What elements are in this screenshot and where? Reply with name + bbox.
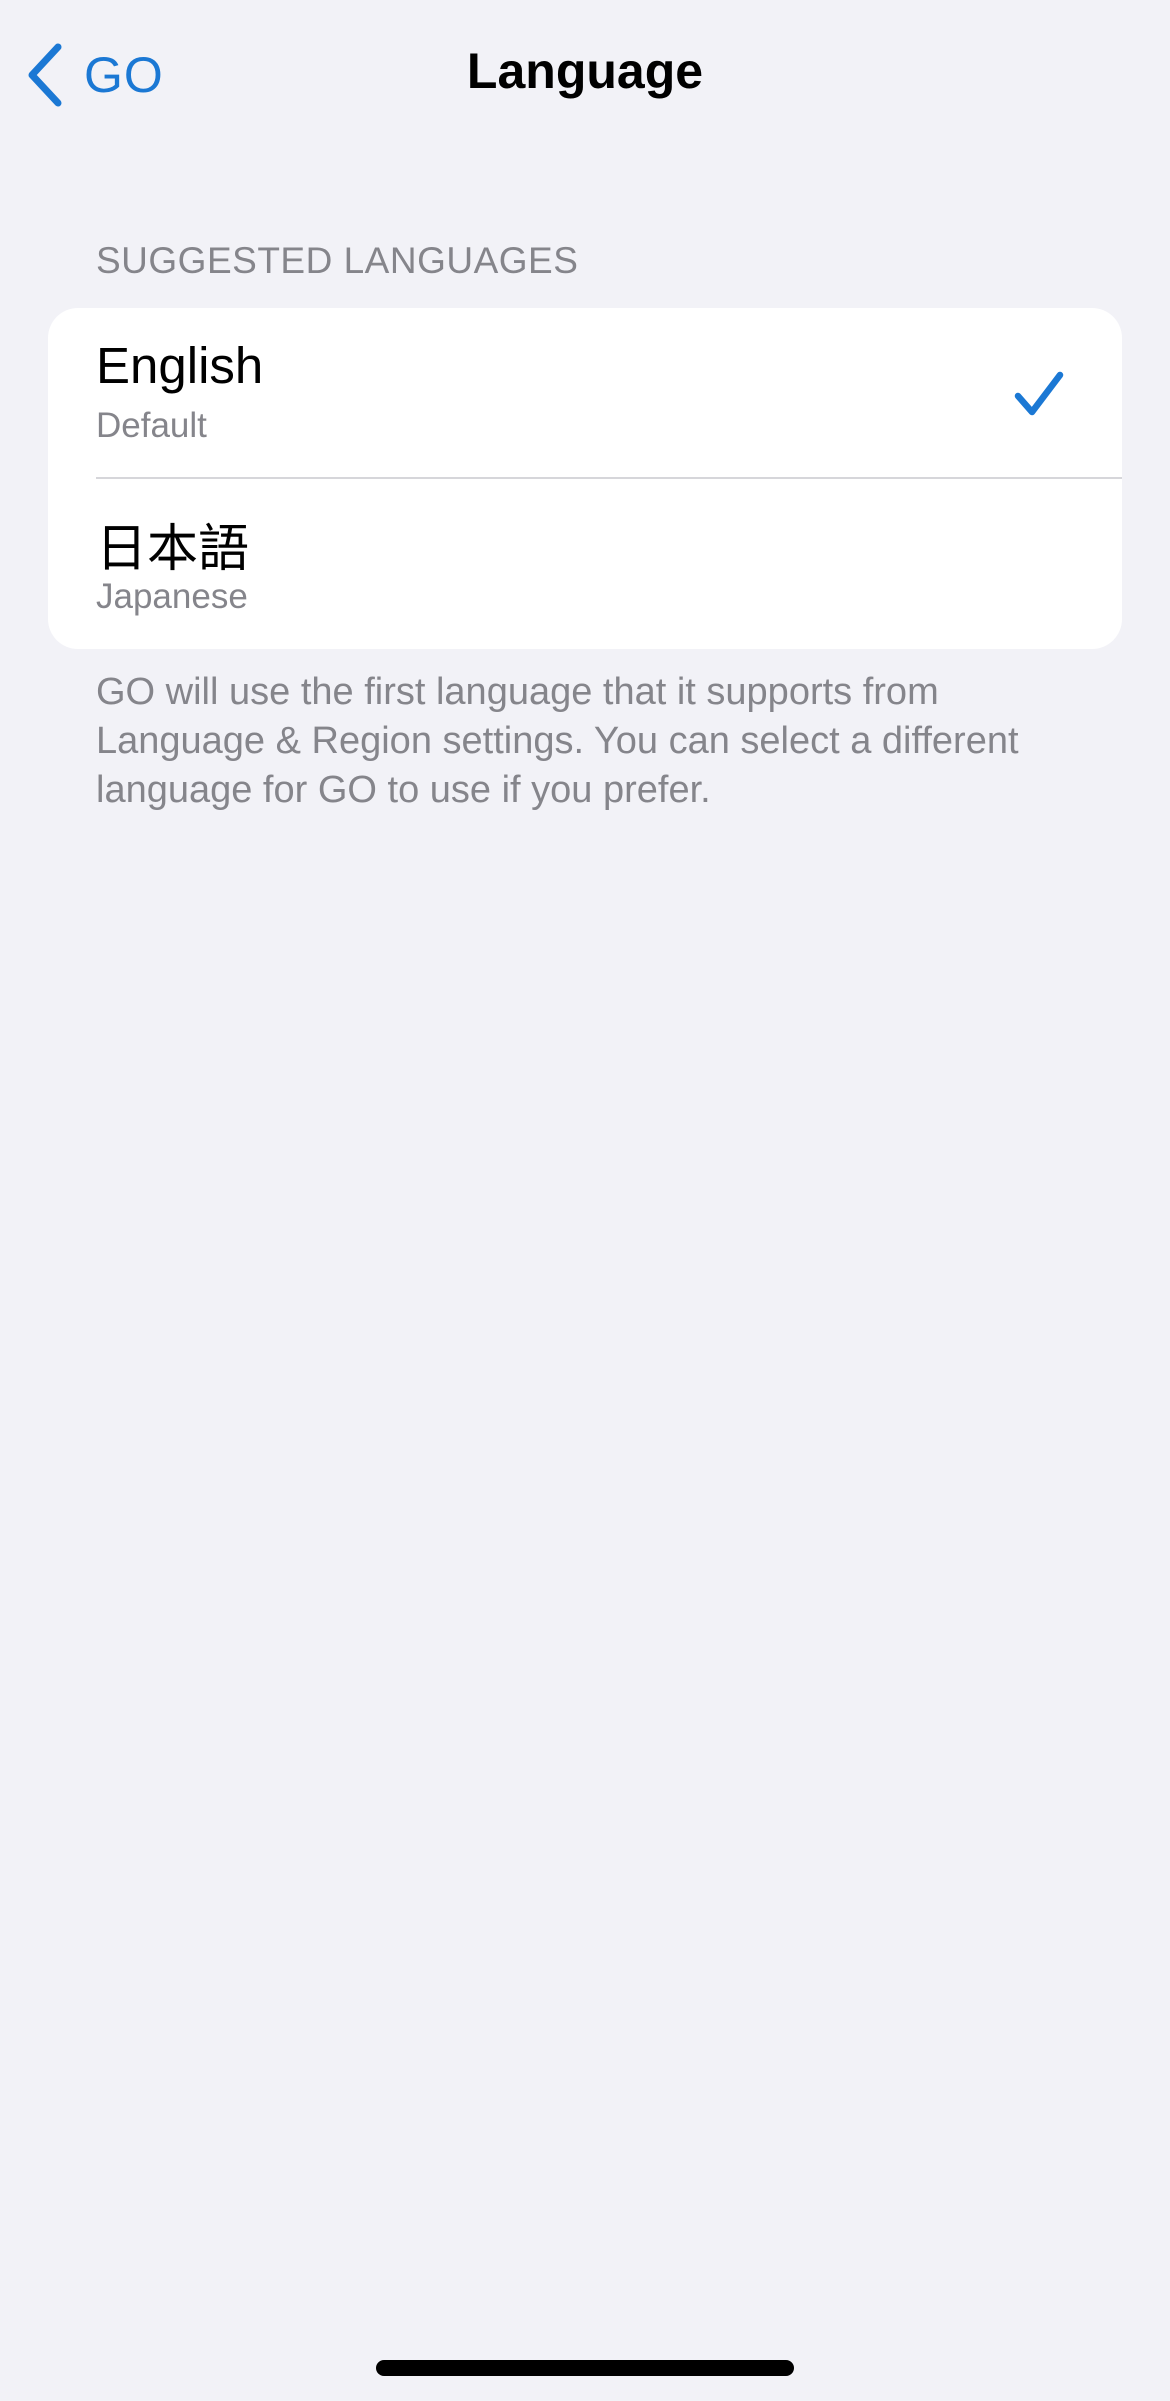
language-row-english[interactable]: English Default — [48, 308, 1122, 479]
section-footer: GO will use the first language that it s… — [96, 671, 1019, 811]
language-list: English Default 日本語 Japanese — [48, 308, 1122, 649]
language-subtitle: Japanese — [96, 577, 248, 616]
section-header: SUGGESTED LANGUAGES — [96, 240, 579, 281]
language-name: 日本語 — [96, 520, 250, 577]
language-name: English — [96, 337, 264, 394]
navigation-bar: GO Language — [0, 0, 1170, 150]
checkmark-icon — [1014, 371, 1064, 416]
home-indicator — [376, 2360, 794, 2376]
language-subtitle: Default — [96, 406, 207, 445]
page-title: Language — [466, 43, 704, 99]
language-row-japanese[interactable]: 日本語 Japanese — [48, 479, 1122, 649]
